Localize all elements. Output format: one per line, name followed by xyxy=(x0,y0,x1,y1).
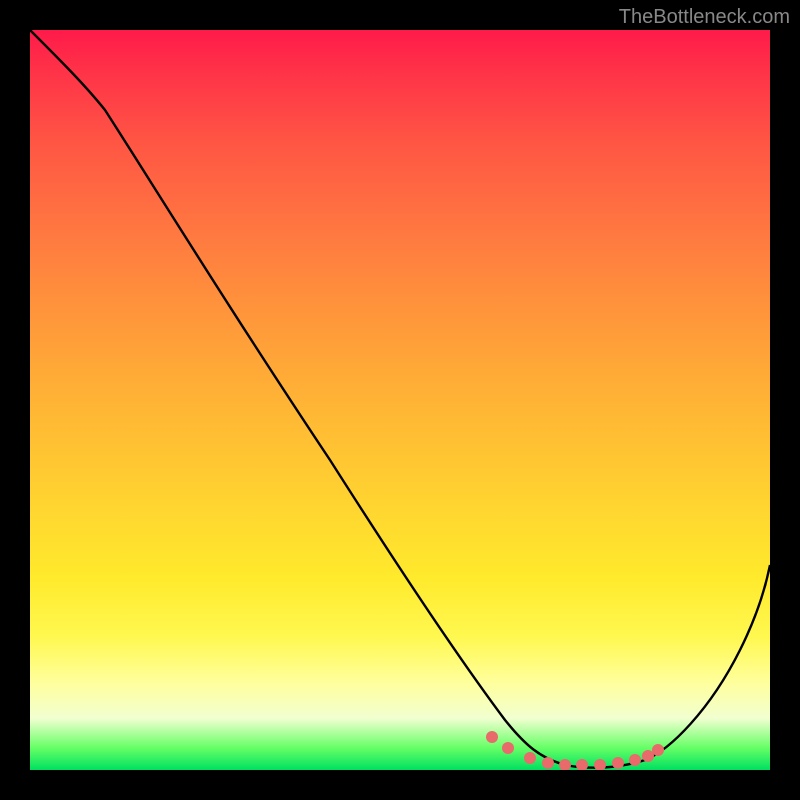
marker-dot xyxy=(486,731,498,743)
marker-dot xyxy=(502,742,514,754)
marker-dot xyxy=(612,757,624,769)
plot-area xyxy=(30,30,770,770)
curve-svg xyxy=(30,30,770,770)
marker-dot xyxy=(642,750,654,762)
marker-dot xyxy=(629,754,641,766)
marker-dot xyxy=(594,759,606,770)
marker-dot xyxy=(652,744,664,756)
marker-dot xyxy=(524,752,536,764)
optimal-markers-group xyxy=(486,731,664,770)
marker-dot xyxy=(542,757,554,769)
marker-dot xyxy=(559,759,571,770)
bottleneck-curve xyxy=(30,30,770,768)
marker-dot xyxy=(576,759,588,770)
watermark-text: TheBottleneck.com xyxy=(619,6,790,29)
